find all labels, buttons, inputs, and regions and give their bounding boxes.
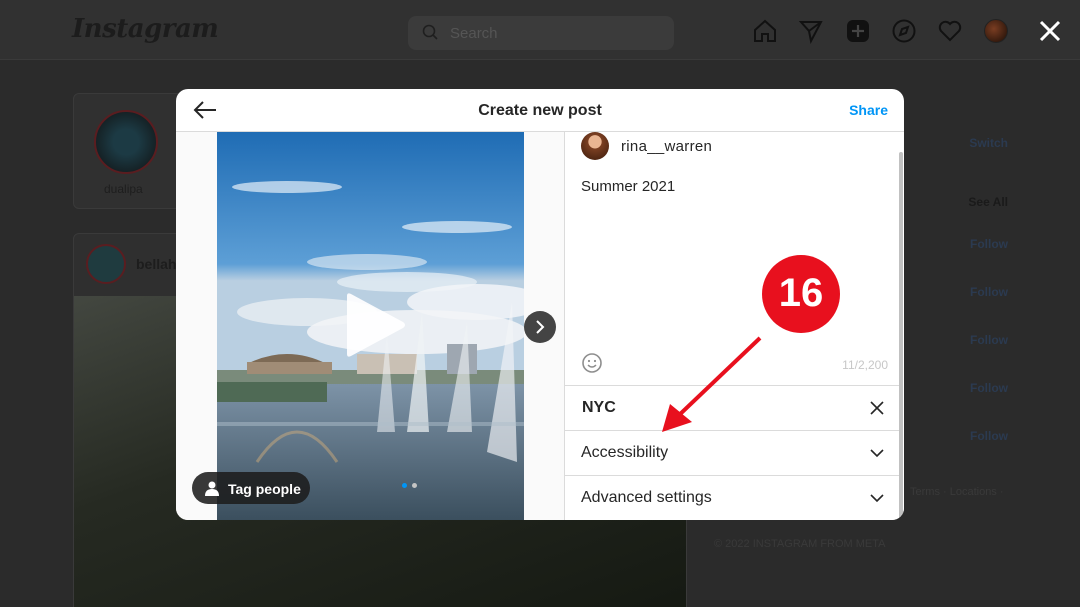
step-badge: 16: [762, 255, 840, 333]
share-button[interactable]: Share: [849, 102, 888, 118]
chevron-down-icon: [870, 494, 884, 503]
step-number: 16: [778, 271, 824, 315]
follow-link: Follow: [970, 333, 1008, 347]
modal-title: Create new post: [478, 102, 602, 119]
story-avatar: [94, 110, 158, 174]
scrollbar[interactable]: [899, 152, 903, 520]
profile-avatar: [984, 19, 1008, 43]
back-arrow-icon[interactable]: [192, 99, 218, 121]
top-navbar: Instagram Search: [0, 0, 1080, 60]
heart-icon: [938, 20, 962, 42]
post-details-panel: rina__warren Summer 2021 11/2,200 NYC Ac…: [564, 132, 904, 520]
location-value: NYC: [582, 399, 616, 416]
carousel-dot: [412, 483, 417, 488]
post-username: bellah: [136, 256, 177, 272]
media-preview: Tag people: [176, 132, 564, 520]
username: rina__warren: [621, 138, 713, 155]
person-icon: [205, 481, 219, 496]
accessibility-label: Accessibility: [581, 444, 669, 461]
explore-icon: [892, 19, 916, 43]
character-count: 11/2,200: [842, 358, 888, 372]
footer-links: Terms · Locations ·: [910, 486, 1004, 498]
direct-message-icon: [798, 21, 823, 44]
advanced-settings-label: Advanced settings: [581, 489, 712, 506]
modal-header: Create new post Share: [176, 89, 904, 132]
home-icon: [754, 19, 776, 42]
emoji-icon[interactable]: [581, 352, 603, 374]
play-icon[interactable]: [341, 292, 407, 358]
search-box: Search: [408, 16, 674, 50]
carousel-indicator: [402, 483, 422, 489]
caption-input[interactable]: Summer 2021: [581, 178, 881, 348]
instagram-logo: Instagram: [72, 14, 219, 44]
switch-link: Switch: [969, 136, 1008, 150]
story-name: dualipa: [104, 182, 143, 196]
search-placeholder: Search: [450, 25, 498, 42]
video-preview[interactable]: [217, 132, 524, 520]
advanced-settings-section[interactable]: Advanced settings: [565, 475, 899, 520]
new-post-icon: [847, 20, 869, 42]
see-all-link: See All: [968, 195, 1008, 209]
carousel-dot-active: [402, 483, 407, 488]
chevron-down-icon: [870, 449, 884, 458]
close-icon[interactable]: [1036, 17, 1064, 45]
follow-link: Follow: [970, 429, 1008, 443]
tag-people-label: Tag people: [228, 481, 301, 497]
chevron-right-icon: [536, 320, 545, 334]
search-icon: [422, 24, 438, 40]
post-avatar: [86, 244, 126, 284]
copyright-text: © 2022 INSTAGRAM FROM META: [714, 538, 886, 550]
follow-link: Follow: [970, 381, 1008, 395]
annotation-arrow-icon: [662, 336, 762, 432]
next-media-button[interactable]: [524, 311, 556, 343]
follow-link: Follow: [970, 285, 1008, 299]
user-avatar: [581, 132, 609, 160]
tag-people-button[interactable]: Tag people: [192, 472, 310, 504]
follow-link: Follow: [970, 237, 1008, 251]
clear-location-icon[interactable]: [869, 400, 885, 416]
